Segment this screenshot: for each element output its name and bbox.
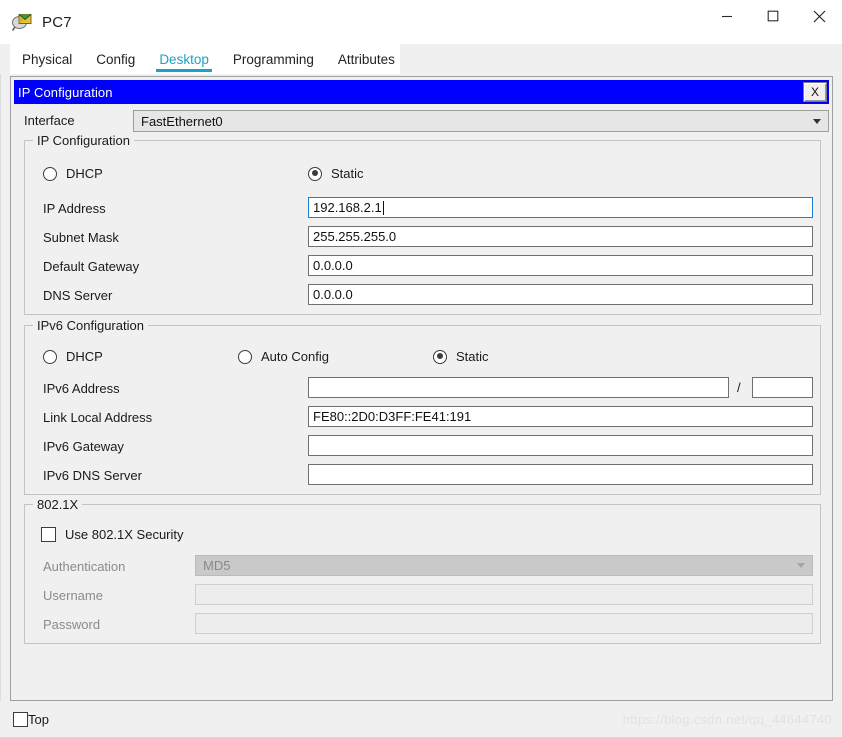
ipv6-dhcp-radio[interactable]: DHCP [43, 349, 103, 364]
link-local-address-input[interactable]: FE80::2D0:D3FF:FE41:191 [308, 406, 813, 427]
link-local-address-label: Link Local Address [43, 410, 152, 425]
minimize-icon[interactable] [704, 0, 750, 32]
username-label: Username [43, 588, 103, 603]
text-caret [383, 201, 384, 215]
ipv4-configuration-group: IP Configuration DHCP Static IP Address … [24, 140, 821, 315]
radio-unchecked-icon [43, 167, 57, 181]
subnet-mask-input[interactable]: 255.255.255.0 [308, 226, 813, 247]
chevron-down-icon [797, 563, 805, 568]
top-checkbox-label: Top [28, 712, 49, 727]
default-gateway-input[interactable]: 0.0.0.0 [308, 255, 813, 276]
ipv4-group-title: IP Configuration [33, 133, 134, 148]
ipv6-prefix-input[interactable] [752, 377, 813, 398]
default-gateway-value: 0.0.0.0 [313, 258, 353, 273]
ip-address-value: 192.168.2.1 [313, 200, 382, 215]
radio-unchecked-icon [238, 350, 252, 364]
ip-address-label: IP Address [43, 201, 106, 216]
radio-unchecked-icon [43, 350, 57, 364]
tab-physical[interactable]: Physical [10, 44, 84, 74]
window-controls [704, 0, 842, 44]
ipv6-dhcp-label: DHCP [66, 349, 103, 364]
ipv6-auto-config-radio[interactable]: Auto Config [238, 349, 329, 364]
interface-row: Interface FastEthernet0 [14, 110, 829, 132]
ipv6-static-radio[interactable]: Static [433, 349, 489, 364]
dns-server-label: DNS Server [43, 288, 112, 303]
tab-attributes-label: Attributes [338, 52, 395, 67]
ip-configuration-panel: IP Configuration X Interface FastEtherne… [10, 76, 833, 701]
ipv4-dhcp-radio[interactable]: DHCP [43, 166, 103, 181]
username-input[interactable] [195, 584, 813, 605]
ipv6-address-label: IPv6 Address [43, 381, 120, 396]
ipv4-static-radio[interactable]: Static [308, 166, 364, 181]
authentication-selected-value: MD5 [203, 558, 230, 573]
pc-device-icon [11, 11, 33, 33]
subnet-mask-label: Subnet Mask [43, 230, 119, 245]
subnet-mask-value: 255.255.255.0 [313, 229, 396, 244]
interface-selected-value: FastEthernet0 [141, 114, 223, 129]
ipv6-prefix-separator: / [737, 380, 741, 395]
dialog-titlebar: IP Configuration X [14, 80, 829, 104]
tab-physical-label: Physical [22, 52, 72, 67]
link-local-address-value: FE80::2D0:D3FF:FE41:191 [313, 409, 471, 424]
tab-desktop[interactable]: Desktop [147, 44, 221, 74]
dns-server-value: 0.0.0.0 [313, 287, 353, 302]
ipv6-dns-server-label: IPv6 DNS Server [43, 468, 142, 483]
chevron-down-icon [813, 119, 821, 124]
ipv6-address-input[interactable] [308, 377, 729, 398]
tab-desktop-label: Desktop [159, 52, 209, 67]
tab-config[interactable]: Config [84, 44, 147, 74]
tab-strip: Physical Config Desktop Programming Attr… [0, 44, 842, 74]
tab-attributes[interactable]: Attributes [326, 44, 407, 74]
window-titlebar: PC7 [0, 0, 842, 44]
ipv6-gateway-input[interactable] [308, 435, 813, 456]
authentication-select[interactable]: MD5 [195, 555, 813, 576]
ipv6-dns-server-input[interactable] [308, 464, 813, 485]
tab-programming[interactable]: Programming [221, 44, 326, 74]
checkbox-unchecked-icon [41, 527, 56, 542]
password-label: Password [43, 617, 100, 632]
ip-address-input[interactable]: 192.168.2.1 [308, 197, 813, 218]
dns-server-input[interactable]: 0.0.0.0 [308, 284, 813, 305]
ipv4-static-label: Static [331, 166, 364, 181]
dot1x-group: 802.1X Use 802.1X Security Authenticatio… [24, 504, 821, 644]
password-input[interactable] [195, 613, 813, 634]
use-dot1x-security-checkbox[interactable]: Use 802.1X Security [41, 527, 184, 542]
tab-config-label: Config [96, 52, 135, 67]
window-left-edge [0, 44, 1, 737]
maximize-icon[interactable] [750, 0, 796, 32]
radio-checked-icon [433, 350, 447, 364]
close-icon[interactable] [796, 0, 842, 32]
interface-label: Interface [24, 113, 75, 128]
checkbox-unchecked-icon [13, 712, 28, 727]
tab-programming-label: Programming [233, 52, 314, 67]
ipv4-dhcp-label: DHCP [66, 166, 103, 181]
dialog-title: IP Configuration [18, 85, 113, 100]
ipv6-group-title: IPv6 Configuration [33, 318, 148, 333]
authentication-label: Authentication [43, 559, 125, 574]
ipv6-static-label: Static [456, 349, 489, 364]
watermark: https://blog.csdn.net/qq_44644740 [623, 712, 832, 727]
interface-select[interactable]: FastEthernet0 [133, 110, 829, 132]
top-checkbox[interactable]: Top [13, 712, 49, 727]
ipv6-gateway-label: IPv6 Gateway [43, 439, 124, 454]
window-title: PC7 [42, 14, 72, 31]
dot1x-group-title: 802.1X [33, 497, 82, 512]
ipv6-auto-config-label: Auto Config [261, 349, 329, 364]
ipv6-configuration-group: IPv6 Configuration DHCP Auto Config Stat… [24, 325, 821, 495]
dialog-close-button[interactable]: X [803, 82, 827, 102]
default-gateway-label: Default Gateway [43, 259, 139, 274]
use-dot1x-security-label: Use 802.1X Security [65, 527, 184, 542]
radio-checked-icon [308, 167, 322, 181]
